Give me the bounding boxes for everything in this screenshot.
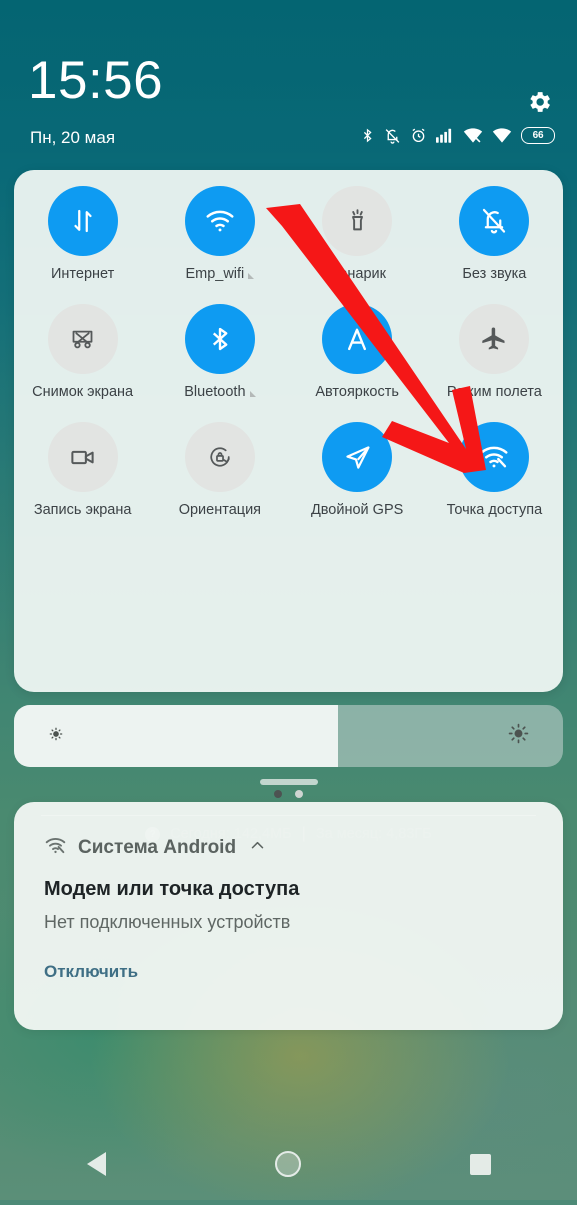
bluetooth-icon [360, 126, 375, 145]
chevron-expand-icon[interactable] [249, 391, 256, 397]
brightness-slider[interactable] [14, 705, 563, 767]
tile-screen-record[interactable]: Запись экрана [14, 422, 151, 518]
quick-settings-panel: Интернет Emp_wifi Фонарик Без звука Сним… [14, 170, 563, 842]
notification-card[interactable]: Система Android Модем или точка доступа … [14, 802, 563, 1030]
tile-label: Двойной GPS [310, 502, 404, 518]
tile-airplane-mode[interactable]: Режим полета [426, 304, 563, 400]
clock: 15:56 [28, 51, 164, 110]
tile-label: Запись экрана [33, 502, 132, 518]
tile-label: Bluetooth [184, 384, 256, 400]
tile-hotspot[interactable]: Точка доступа [426, 422, 563, 518]
tile-label: Автояркость [315, 384, 399, 400]
hotspot-wifi-icon [463, 127, 483, 144]
notification-action-disable[interactable]: Отключить [44, 962, 138, 982]
quick-settings-tiles: Интернет Emp_wifi Фонарик Без звука Сним… [14, 186, 563, 518]
tile-label: Снимок экрана [32, 384, 134, 400]
screenshot-icon [47, 304, 118, 374]
tile-auto-brightness[interactable]: Автояркость [289, 304, 426, 400]
tile-internet[interactable]: Интернет [14, 186, 151, 282]
battery-icon: 66 [521, 127, 555, 144]
tile-label: Emp_wifi [185, 266, 255, 282]
tile-flashlight[interactable]: Фонарик [289, 186, 426, 282]
alarm-clock-icon [410, 127, 427, 144]
screen-record-icon [47, 422, 118, 492]
chevron-up-icon[interactable] [249, 837, 266, 859]
chevron-expand-icon[interactable] [248, 273, 255, 279]
page-dot-1[interactable] [274, 790, 282, 798]
tile-dual-gps[interactable]: Двойной GPS [289, 422, 426, 518]
flashlight-icon [322, 186, 393, 256]
mute-bell-icon [459, 186, 530, 256]
recents-square-icon [470, 1153, 492, 1175]
notification-title: Модем или точка доступа [44, 878, 300, 900]
tile-silent[interactable]: Без звука [426, 186, 563, 282]
hotspot-icon [44, 834, 67, 862]
page-indicator [14, 790, 563, 798]
battery-percent: 66 [532, 130, 544, 141]
auto-brightness-icon [322, 304, 393, 374]
home-button[interactable] [248, 1151, 328, 1177]
tile-screenshot[interactable]: Снимок экрана [14, 304, 151, 400]
data-transfer-icon [47, 186, 118, 256]
rotation-lock-icon [184, 422, 255, 492]
wifi-icon [184, 186, 255, 256]
back-button[interactable] [56, 1152, 136, 1176]
tile-label: Точка доступа [446, 502, 543, 518]
notification-header: Система Android [44, 834, 266, 862]
sun-small-icon [46, 724, 66, 749]
tile-rotation-lock[interactable]: Ориентация [151, 422, 288, 518]
recents-button[interactable] [441, 1153, 521, 1175]
status-header: 15:56 Пн, 20 мая 66 [0, 0, 577, 170]
home-circle-icon [275, 1151, 302, 1177]
hotspot-icon [459, 422, 530, 492]
tile-wifi[interactable]: Emp_wifi [151, 186, 288, 282]
back-triangle-icon [86, 1152, 106, 1176]
tile-label: Фонарик [328, 266, 386, 282]
tile-label: Режим полета [446, 384, 542, 400]
signal-bars-icon [436, 128, 454, 143]
gear-icon[interactable] [525, 88, 553, 116]
gps-arrow-icon [322, 422, 393, 492]
tile-label: Ориентация [178, 502, 262, 518]
tile-label: Интернет [50, 266, 115, 282]
navigation-bar [0, 1128, 577, 1200]
status-icons: 66 [360, 126, 555, 145]
tile-bluetooth[interactable]: Bluetooth [151, 304, 288, 400]
mute-bell-icon [384, 127, 401, 145]
notification-subtitle: Нет подключенных устройств [44, 912, 291, 932]
tile-label: Без звука [462, 266, 527, 282]
wifi-icon [492, 127, 512, 144]
panel-drag-handle[interactable] [259, 779, 318, 785]
airplane-icon [459, 304, 530, 374]
bluetooth-icon [184, 304, 255, 374]
page-dot-2[interactable] [295, 790, 303, 798]
notification-app-name: Система Android [78, 837, 237, 858]
date-label: Пн, 20 мая [30, 128, 116, 147]
sun-large-icon [506, 721, 531, 751]
